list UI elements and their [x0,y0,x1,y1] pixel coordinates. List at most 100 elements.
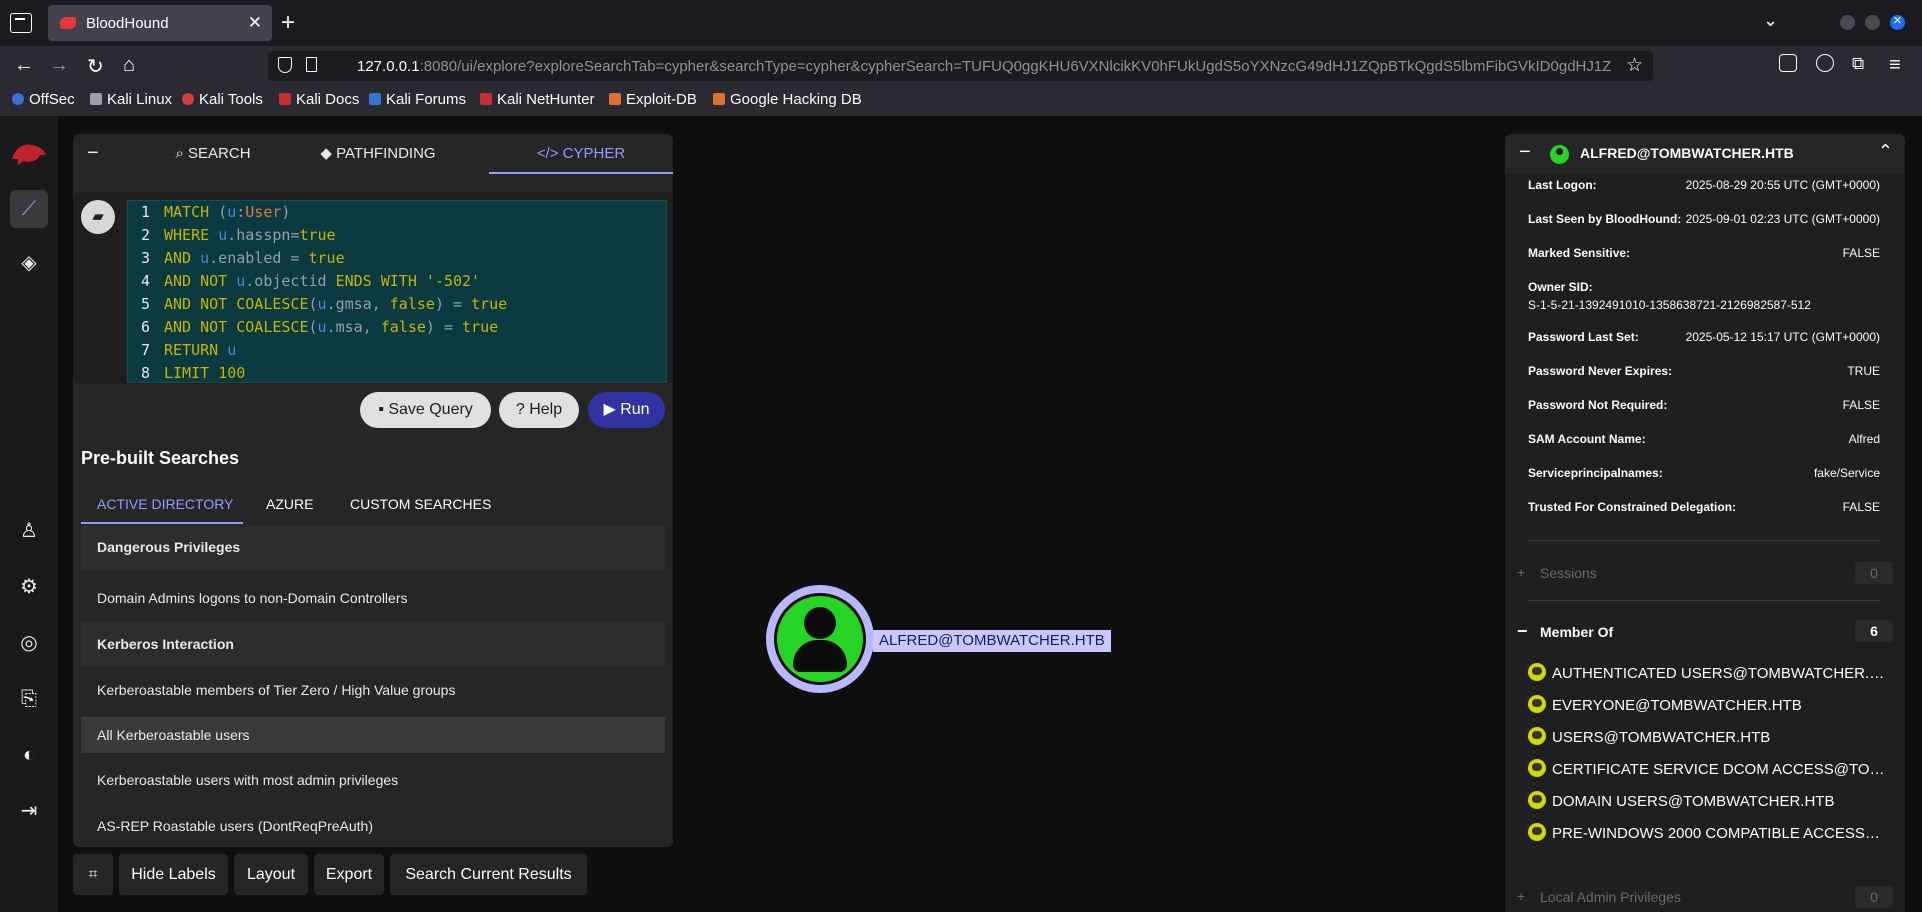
saved-queries-folder-icon[interactable]: ▰ [81,200,115,234]
search-icon: ⌕ [175,145,189,162]
tab-cypher[interactable]: </> CYPHER [489,134,673,174]
property-last-logon: Last Logon: 2025-08-29 20:55 UTC (GMT+000… [1528,178,1880,192]
kali-nethunter-icon [480,93,492,105]
tab-pathfinding[interactable]: ◆ PATHFINDING [293,134,463,174]
prebuilt-query-item[interactable]: AS-REP Roastable users (DontReqPreAuth) [81,808,665,844]
divider [1528,600,1880,601]
prebuilt-query-item[interactable]: Kerberoastable members of Tier Zero / Hi… [81,672,665,708]
explore-nav-icon[interactable]: ⟋ [10,190,48,228]
tab-active-directory[interactable]: ACTIVE DIRECTORY [97,496,233,512]
member-of-item[interactable]: CERTIFICATE SERVICE DCOM ACCESS@TOMBWATC… [1528,757,1890,783]
tab-azure[interactable]: AZURE [266,496,313,512]
account-icon[interactable] [1816,54,1834,72]
property-sam-account-name: SAM Account Name: Alfred [1528,432,1880,446]
minimize-window-icon[interactable] [1840,15,1855,30]
member-of-section[interactable]: − Member Of 6 [1517,620,1893,646]
url-text[interactable]: 127.0.0.1:8080/ui/explore?exploreSearchT… [357,58,1617,75]
search-current-results-button[interactable]: Search Current Results [390,854,587,895]
code-line: 8 LIMIT 100 [140,364,246,382]
code-line: 2 WHERE u.hasspn=true [140,226,336,244]
exploit-db-icon [609,93,621,105]
close-window-icon[interactable] [1890,12,1905,30]
forward-arrow-icon[interactable]: → [49,54,69,77]
bookmark-google-hacking-db[interactable]: Google Hacking DB [713,91,862,108]
menu-hamburger-icon[interactable]: ≡ [1889,54,1901,77]
collapse-panel-icon[interactable]: − [87,142,99,165]
member-of-item[interactable]: PRE-WINDOWS 2000 COMPATIBLE ACCESS@TOMBW… [1528,821,1890,847]
bookmark-star-icon[interactable]: ☆ [1626,54,1643,77]
code-line: 3 AND u.enabled = true [140,249,345,267]
tab-title: BloodHound [86,15,169,32]
maximize-window-icon[interactable] [1865,15,1880,30]
local-admin-count: 0 [1855,886,1893,908]
search-tabs: − ⌕ SEARCH ◆ PATHFINDING </> CYPHER [73,134,673,174]
member-of-item[interactable]: USERS@TOMBWATCHER.HTB [1528,725,1890,751]
run-button[interactable]: ▶ Run [588,392,665,428]
entity-info-panel: − ALFRED@TOMBWATCHER.HTB ⌃ Last Logon: 20… [1505,134,1905,912]
back-arrow-icon[interactable]: ← [14,54,34,77]
documentation-icon[interactable]: ⎘ [10,680,48,718]
user-node-icon [804,607,836,639]
cypher-editor-container: ▰ 1 MATCH (u:User) 2 WHERE u.hasspn=true 3… [73,192,673,384]
expand-plus-icon[interactable]: + [1517,888,1525,904]
url-bar[interactable]: 127.0.0.1:8080/ui/explore?exploreSearchT… [268,51,1653,81]
code-line: 7 RETURN u [140,341,237,359]
bloodhound-logo-icon[interactable] [10,139,48,167]
bookmark-kali-nethunter[interactable]: Kali NetHunter [480,91,595,108]
logout-icon[interactable]: ⇥ [10,792,48,830]
sessions-count: 0 [1855,562,1893,584]
sessions-section[interactable]: + Sessions 0 [1517,562,1893,588]
profile-icon[interactable]: ♙ [10,512,48,550]
prebuilt-query-item[interactable]: Domain Admins logons to non-Domain Contr… [81,580,665,616]
property-password-last-set: Password Last Set: 2025-05-12 15:17 UTC (… [1528,330,1880,344]
member-of-item[interactable]: DOMAIN USERS@TOMBWATCHER.HTB [1528,789,1890,815]
group-icon [1528,727,1546,745]
prebuilt-query-item-selected[interactable]: All Kerberoastable users [81,717,665,753]
hide-labels-button[interactable]: Hide Labels [119,854,228,895]
dark-mode-toggle-icon[interactable]: ◐ [10,736,48,774]
bookmark-exploit-db[interactable]: Exploit-DB [609,91,697,108]
bookmark-kali-forums[interactable]: Kali Forums [369,91,466,108]
tab-list-icon[interactable] [10,13,32,33]
list-all-tabs-chevron-icon[interactable]: ⌄ [1763,10,1778,31]
group-icon [1528,823,1546,841]
member-of-item[interactable]: AUTHENTICATED USERS@TOMBWATCHER.HTB [1528,661,1890,687]
crop-icon[interactable]: ⌗ [73,854,113,895]
collapse-entity-panel-icon[interactable]: − [1519,141,1531,164]
export-button[interactable]: Export [314,854,384,895]
user-icon [1550,145,1569,164]
tracking-protection-shield-icon[interactable] [278,57,292,73]
save-query-button[interactable]: ▪ Save Query [360,392,491,428]
tab-close-icon[interactable]: ✕ [248,13,262,33]
new-tab-icon[interactable]: + [281,9,295,37]
api-explorer-compass-icon[interactable]: ◎ [10,624,48,662]
layout-button[interactable]: Layout [234,854,308,895]
expand-plus-icon[interactable]: + [1517,564,1525,580]
cypher-query-editor[interactable]: 1 MATCH (u:User) 2 WHERE u.hasspn=true 3 AN… [127,200,667,383]
extensions-puzzle-icon[interactable]: ⧉ [1852,54,1864,74]
prebuilt-query-item[interactable]: Kerberoastable users with most admin pri… [81,762,665,798]
member-of-item[interactable]: EVERYONE@TOMBWATCHER.HTB [1528,693,1890,719]
bookmarks-bar: OffSec Kali Linux Kali Tools Kali Docs K… [0,86,1922,116]
bookmark-offsec[interactable]: OffSec [12,91,75,108]
bookmark-kali-tools[interactable]: Kali Tools [182,91,263,108]
tab-search[interactable]: ⌕ SEARCH [133,134,293,174]
bookmark-kali-docs[interactable]: Kali Docs [279,91,359,108]
home-icon[interactable]: ⌂ [123,54,135,77]
group-management-gem-icon[interactable]: ◈ [10,244,48,282]
page-info-icon[interactable] [306,57,317,72]
tab-custom-searches[interactable]: CUSTOM SEARCHES [350,496,491,512]
bookmark-kali-linux[interactable]: Kali Linux [90,91,172,108]
collapse-minus-icon[interactable]: − [1517,621,1528,642]
local-admin-section[interactable]: + Local Admin Privileges 0 [1517,886,1893,912]
browser-tab[interactable]: BloodHound ✕ [48,5,272,41]
pocket-icon[interactable] [1779,54,1797,72]
administration-icon[interactable]: ⚙ [10,568,48,606]
graph-node-label[interactable]: ALFRED@TOMBWATCHER.HTB [873,630,1111,652]
reload-icon[interactable]: ↻ [87,54,104,79]
help-button[interactable]: ? Help [499,392,579,428]
kali-forums-icon [369,93,381,105]
bloodhound-app: ⟋ ◈ ♙ ⚙ ◎ ⎘ ◐ ⇥ − ⌕ SEARCH ◆ PATHFINDING… [0,116,1922,912]
chevron-up-double-icon[interactable]: ⌃ [1878,141,1893,162]
pathfinding-icon: ◆ [320,145,337,162]
